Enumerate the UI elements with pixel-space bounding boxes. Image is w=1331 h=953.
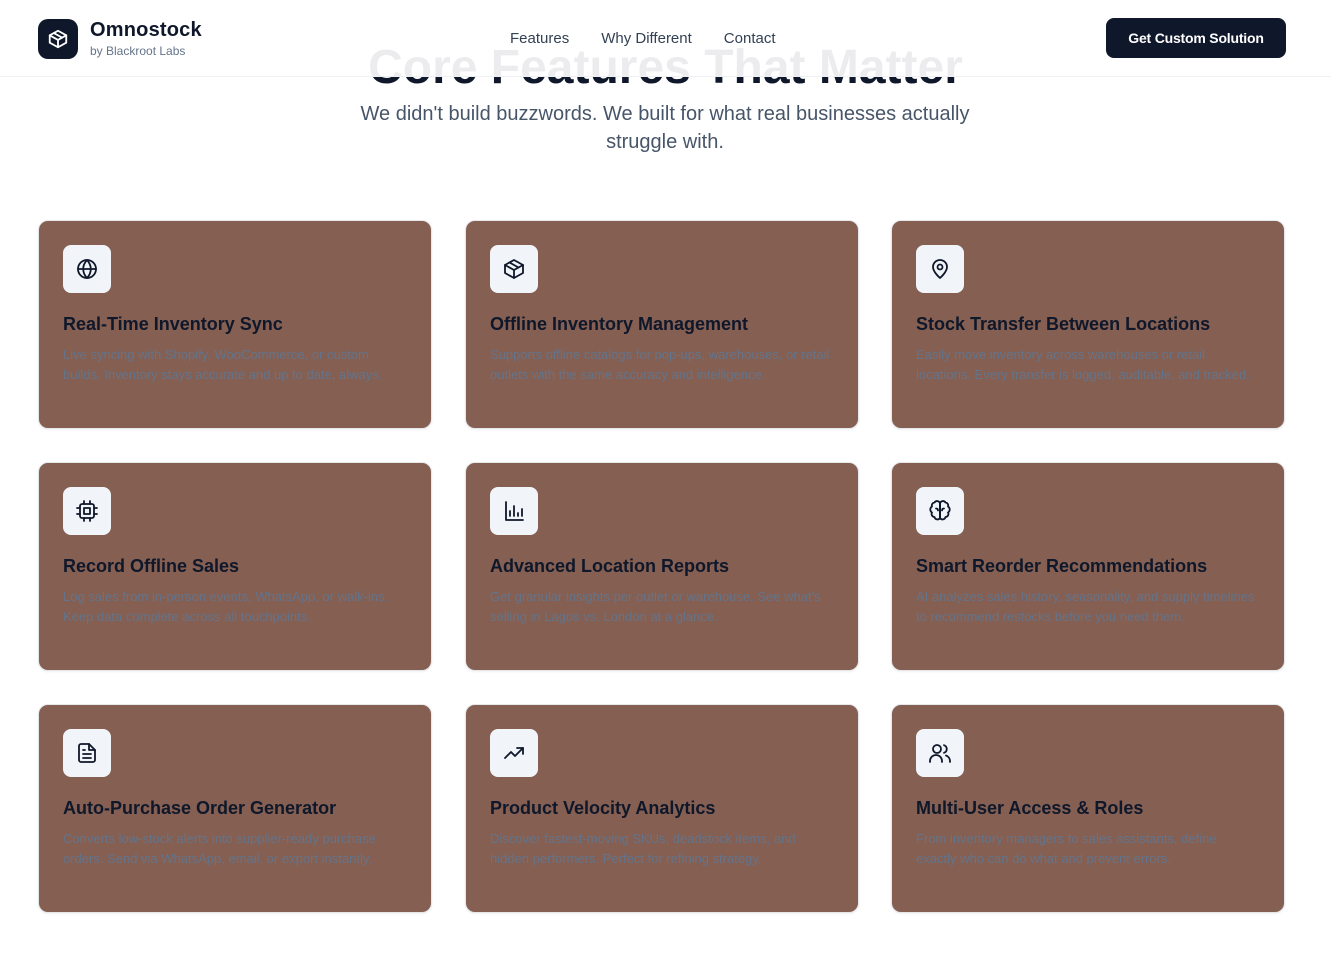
feature-title: Advanced Location Reports: [490, 556, 730, 576]
feature-title: Multi-User Access & Roles: [916, 798, 1144, 818]
site-header: Omnostock by Blackroot Labs Features Why…: [0, 0, 1331, 77]
feature-card-smart-reorder: Smart Reorder Recommendations AI analyze…: [891, 462, 1285, 671]
brand-tagline: by Blackroot Labs: [90, 44, 186, 58]
feature-title: Auto-Purchase Order Generator: [63, 798, 337, 818]
feature-card-stock-transfer: Stock Transfer Between Locations Easily …: [891, 220, 1285, 429]
main-nav: Features Why Different Contact: [510, 29, 808, 49]
users-icon: [916, 729, 964, 777]
feature-card-real-time-sync: Real-Time Inventory Sync Live syncing wi…: [38, 220, 432, 429]
package-icon: [490, 245, 538, 293]
map-pin-icon: [916, 245, 964, 293]
feature-description: Supports offline catalogs for pop-ups, w…: [490, 347, 830, 382]
section-subtitle: We didn't build buzzwords. We built for …: [360, 103, 970, 153]
feature-title: Stock Transfer Between Locations: [916, 314, 1211, 334]
feature-title: Offline Inventory Management: [490, 314, 749, 334]
feature-card-auto-purchase-order: Auto-Purchase Order Generator Converts l…: [38, 704, 432, 913]
feature-description: Get granular insights per outlet or ware…: [490, 589, 821, 624]
feature-card-product-velocity: Product Velocity Analytics Discover fast…: [465, 704, 859, 913]
feature-description: Converts low-stock alerts into supplier-…: [63, 831, 376, 866]
globe-icon: [63, 245, 111, 293]
feature-card-location-reports: Advanced Location Reports Get granular i…: [465, 462, 859, 671]
package-logo-icon: [38, 18, 78, 59]
feature-card-offline-sales: Record Offline Sales Log sales from in-p…: [38, 462, 432, 671]
feature-description: Discover fastest-moving SKUs, deadstock …: [490, 831, 796, 866]
cpu-icon: [63, 487, 111, 535]
feature-description: Live syncing with Shopify, WooCommerce, …: [63, 347, 383, 382]
document-icon: [63, 729, 111, 777]
feature-title: Real-Time Inventory Sync: [63, 314, 283, 334]
features-grid: Real-Time Inventory Sync Live syncing wi…: [38, 220, 1286, 913]
brand[interactable]: Omnostock by Blackroot Labs: [38, 18, 202, 59]
brand-name: Omnostock: [90, 19, 202, 41]
nav-link-why-different[interactable]: Why Different: [601, 29, 692, 49]
bar-chart-icon: [490, 487, 538, 535]
feature-description: Log sales from in-person events, WhatsAp…: [63, 589, 389, 624]
brain-icon: [916, 487, 964, 535]
nav-link-features[interactable]: Features: [510, 29, 569, 49]
feature-title: Smart Reorder Recommendations: [916, 556, 1208, 576]
get-custom-solution-button[interactable]: Get Custom Solution: [1106, 18, 1286, 58]
feature-description: AI analyzes sales history, seasonality, …: [916, 589, 1255, 624]
feature-title: Record Offline Sales: [63, 556, 240, 576]
feature-title: Product Velocity Analytics: [490, 798, 716, 818]
nav-link-contact[interactable]: Contact: [724, 29, 776, 49]
feature-card-multi-user-access: Multi-User Access & Roles From inventory…: [891, 704, 1285, 913]
feature-description: From inventory managers to sales assista…: [916, 831, 1217, 866]
feature-description: Easily move inventory across warehouses …: [916, 347, 1250, 382]
feature-card-offline-inventory: Offline Inventory Management Supports of…: [465, 220, 859, 429]
trending-up-icon: [490, 729, 538, 777]
